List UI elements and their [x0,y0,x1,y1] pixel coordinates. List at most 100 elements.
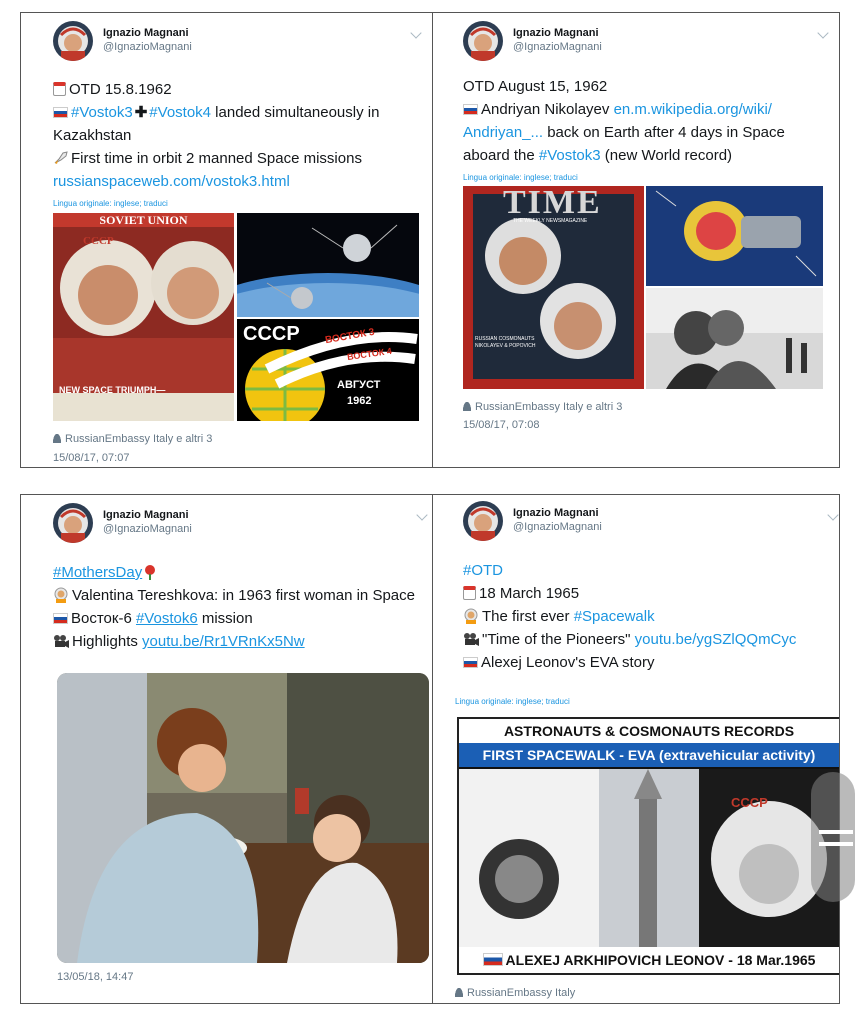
external-link[interactable]: youtu.be/Rr1VRnKx5Nw [142,633,305,650]
poster-footer: ALEXEJ ARKHIPOVICH LEONOV - 18 Mar.1965 [459,947,839,973]
user-name[interactable]: Ignazio Magnani [103,509,192,523]
plus-icon: ✚ [134,104,148,121]
astronaut-icon [464,608,478,624]
hashtag-link[interactable]: #Vostok4 [149,104,211,121]
russia-flag-icon [53,613,68,624]
retweet-info[interactable]: RussianEmbassy Italy [455,987,575,999]
tereshkova-mother-photo[interactable] [57,673,429,963]
hashtag-link[interactable]: #Vostok3 [539,147,601,164]
tweet-line: Kazakhstan [53,127,132,144]
chevron-down-icon[interactable] [827,509,839,521]
time-subtitle: THE WEEKLY NEWSMAGAZINE [513,218,588,224]
avatar[interactable] [463,21,503,61]
poster-banner-subtitle: FIRST SPACEWALK - EVA (extravehicular ac… [459,743,839,767]
tweet-card-2[interactable]: Ignazio Magnani @IgnazioMagnani OTD Augu… [432,12,840,468]
tweet-line: Alexej Leonov's EVA story [481,654,655,671]
translate-link[interactable]: Lingua originale: inglese; traduci [455,697,570,706]
poster-banner-title: ASTRONAUTS & COSMONAUTS RECORDS [459,719,839,743]
retweeters-label: RussianEmbassy Italy [467,987,576,999]
retweet-info[interactable]: RussianEmbassy Italy e altri 3 [463,401,622,413]
translate-link[interactable]: Lingua originale: inglese; traduci [463,173,578,182]
user-handle[interactable]: @IgnazioMagnani [513,41,602,55]
tweet-line: 18 March 1965 [479,585,580,602]
hashtag-link[interactable]: #Vostok3 [71,104,133,121]
tweet-text: #MothersDay Valentina Tereshkova: in 196… [53,561,422,653]
russia-flag-icon [53,107,68,118]
helmet-text: CCCP [731,795,768,810]
tweet-line: Highlights [72,633,143,650]
tweet-line: "Time of the Pioneers" [482,631,635,648]
magazine-caption: NEW SPACE TRIUMPH— [59,385,166,395]
time-magazine-image[interactable]: TIME THE WEEKLY NEWSMAGAZINE RUSSIAN COS… [463,186,644,389]
external-link[interactable]: youtu.be/ygSZlQQmCyc [635,631,797,648]
external-link[interactable]: en.m.wikipedia.org/wiki/ [614,101,772,118]
external-link[interactable]: Andriyan_... [463,124,543,141]
tweet-line: OTD 15.8.1962 [69,81,172,98]
poster-footer-text: ALEXEJ ARKHIPOVICH LEONOV - 18 Mar.1965 [505,952,816,968]
person-icon [455,988,463,997]
tweet-line: Valentina Tereshkova: in 1963 first woma… [72,587,415,604]
person-icon [53,434,61,443]
cosmonaut-reunion-photo[interactable] [646,288,823,389]
tweet-header: Ignazio Magnani @IgnazioMagnani [53,503,192,543]
hashtag-link[interactable]: #MothersDay [53,564,142,581]
tweet-line: back on Earth after 4 days in Space [543,124,785,141]
avatar[interactable] [53,21,93,61]
retweeters-label: RussianEmbassy Italy e altri 3 [65,433,213,445]
vostok-illustration-image[interactable] [646,186,823,286]
soviet-union-magazine-image[interactable]: SOVIET UNION CCCP NEW SPACE TRIUMPH— [53,213,234,421]
user-handle[interactable]: @IgnazioMagnani [513,521,602,535]
tweet-card-4[interactable]: Ignazio Magnani @IgnazioMagnani #OTD 18 … [432,494,840,1004]
tweet-text: #OTD 18 March 1965 The first ever #Space… [463,559,829,674]
person-icon [463,402,471,411]
translate-link[interactable]: Lingua originale: inglese; traduci [53,199,168,208]
tweet-line: OTD August 15, 1962 [463,78,608,95]
tweet-header: Ignazio Magnani @IgnazioMagnani [463,501,602,541]
tweet-line: mission [197,610,253,627]
tweet-card-1[interactable]: Ignazio Magnani @IgnazioMagnani OTD 15.8… [20,12,433,468]
magazine-title: SOVIET UNION [99,213,188,227]
vostok-spacecraft-image[interactable] [237,213,419,317]
timestamp[interactable]: 15/08/17, 07:08 [463,419,539,431]
tweet-line: First time in orbit 2 manned Space missi… [71,150,362,167]
logo-month: АВГУСТ [337,379,381,391]
avatar[interactable] [463,501,503,541]
avatar[interactable] [53,503,93,543]
tweet-header: Ignazio Magnani @IgnazioMagnani [463,21,602,61]
tweet-line: The first ever [482,608,574,625]
hashtag-link[interactable]: #Spacewalk [574,608,655,625]
hashtag-link[interactable]: #OTD [463,559,829,582]
rocket-icon [54,151,68,164]
chevron-down-icon[interactable] [416,509,428,521]
russia-flag-icon [463,104,478,115]
user-handle[interactable]: @IgnazioMagnani [103,523,192,537]
calendar-icon [53,82,66,96]
retweeters-label: RussianEmbassy Italy e altri 3 [475,401,623,413]
tweet-text: OTD August 15, 1962 Andriyan Nikolayev e… [463,75,829,167]
timestamp[interactable]: 13/05/18, 14:47 [57,971,133,983]
tweet-header: Ignazio Magnani @IgnazioMagnani [53,21,192,61]
logo-cccp: CCCP [243,323,300,345]
scroll-handle[interactable] [811,772,855,902]
tweet-line: (new World record) [600,147,733,164]
timestamp[interactable]: 15/08/17, 07:07 [53,452,129,464]
leonov-spacewalk-poster[interactable]: ASTRONAUTS & COSMONAUTS RECORDS FIRST SP… [457,717,839,975]
tweet-line: aboard the [463,147,539,164]
astronaut-icon [54,587,68,603]
chevron-down-icon[interactable] [817,27,829,39]
user-name[interactable]: Ignazio Magnani [513,27,602,41]
movie-camera-icon [464,633,479,646]
user-name[interactable]: Ignazio Magnani [513,507,602,521]
chevron-down-icon[interactable] [410,27,422,39]
tweet-line: Andriyan Nikolayev [481,101,614,118]
hashtag-link[interactable]: #Vostok6 [136,610,198,627]
russia-flag-icon [463,657,478,668]
vostok-logo-image[interactable]: CCCP ВОСТОК 3 ВОСТОК 4 АВГУСТ 1962 [237,319,419,421]
logo-year: 1962 [347,395,372,407]
user-name[interactable]: Ignazio Magnani [103,27,192,41]
tweet-line: landed simultaneously in [211,104,380,121]
retweet-info[interactable]: RussianEmbassy Italy e altri 3 [53,433,212,445]
external-link[interactable]: russianspaceweb.com/vostok3.html [53,170,422,193]
user-handle[interactable]: @IgnazioMagnani [103,41,192,55]
tweet-card-3[interactable]: Ignazio Magnani @IgnazioMagnani #Mothers… [20,494,433,1004]
